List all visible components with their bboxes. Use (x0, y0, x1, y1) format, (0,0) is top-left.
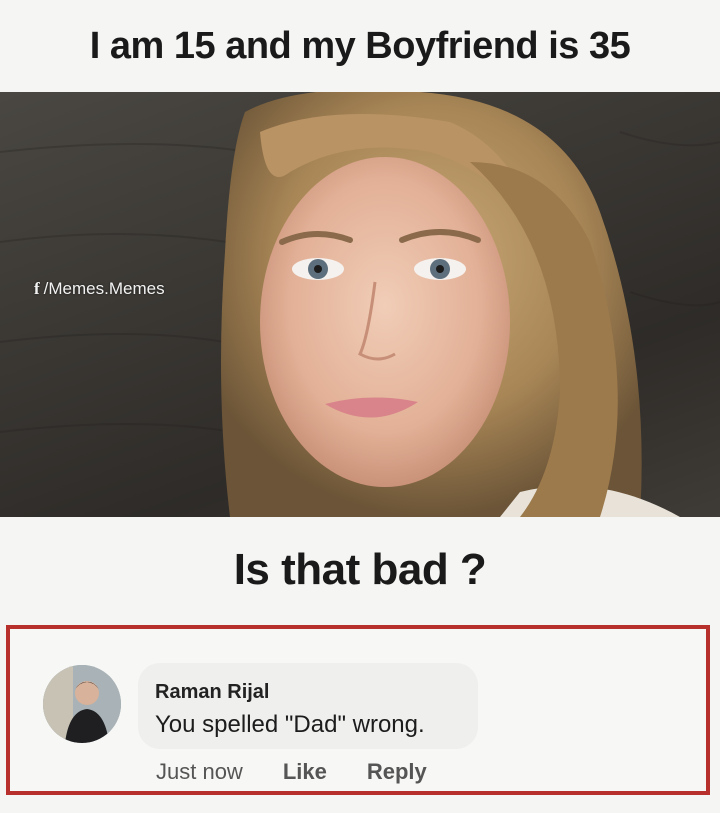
watermark-text: /Memes.Memes (43, 279, 165, 298)
avatar-photo (43, 665, 121, 743)
girl-portrait-image (0, 92, 720, 517)
avatar[interactable] (43, 665, 121, 743)
comment-timestamp: Just now (156, 759, 243, 784)
comment-highlight-box: Raman Rijal You spelled "Dad" wrong. Jus… (6, 625, 710, 795)
meme-photo: f /Memes.Memes (0, 92, 720, 517)
like-button[interactable]: Like (283, 759, 327, 785)
comment-actions: Just now Like Reply (156, 759, 427, 785)
reply-button[interactable]: Reply (367, 759, 427, 785)
comment-author[interactable]: Raman Rijal (155, 681, 269, 704)
mid-caption: Is that bad ? (233, 544, 487, 594)
top-caption: I am 15 and my Boyfriend is 35 (89, 24, 631, 67)
facebook-f-icon: f (34, 279, 40, 298)
facebook-watermark: f /Memes.Memes (34, 279, 165, 299)
comment-text: You spelled "Dad" wrong. (155, 711, 425, 738)
